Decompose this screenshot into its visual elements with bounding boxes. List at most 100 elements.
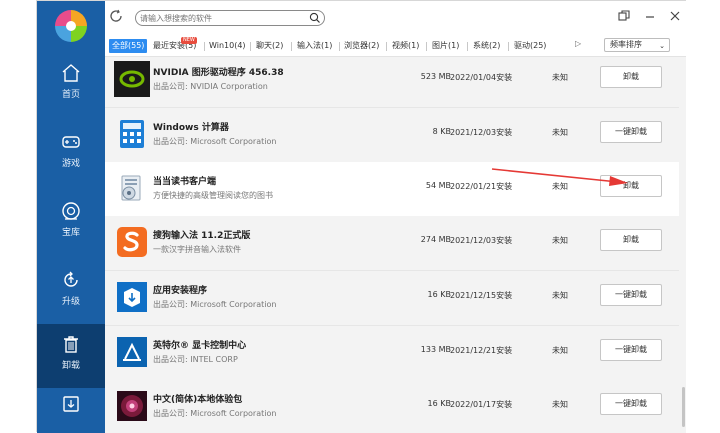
tab-system[interactable]: 系统(2) (473, 39, 500, 53)
app-installer-icon (117, 282, 147, 312)
tab-divider (291, 42, 292, 51)
book-reader-icon (121, 175, 141, 201)
trash-icon (64, 336, 78, 353)
tab-browser[interactable]: 浏览器(2) (344, 39, 379, 53)
tabs-scroll-right-icon[interactable]: ▷ (575, 39, 581, 48)
category-tabs: 全部(55) 最近安装(5) NEW Win10(4) 聊天(2) 输入法(1)… (105, 33, 686, 57)
search-icon[interactable] (309, 12, 321, 24)
app-publisher: 出品公司: Microsoft Corporation (153, 300, 277, 309)
sogou-icon (117, 227, 147, 257)
app-publisher: 出品公司: Microsoft Corporation (153, 409, 277, 418)
app-name: 应用安装程序 (153, 286, 208, 296)
app-publisher: 一款汉字拼音输入法软件 (153, 245, 241, 254)
app-name: Windows 计算器 (153, 123, 229, 133)
restore-window-icon[interactable] (617, 9, 631, 23)
uninstall-button[interactable]: 卸载 (600, 66, 662, 88)
app-name: 搜狗输入法 11.2正式版 (153, 231, 251, 241)
app-size: 16 KB (427, 290, 451, 299)
list-scrollbar[interactable] (680, 57, 686, 433)
tab-chat[interactable]: 聊天(2) (256, 39, 283, 53)
app-size: 8 KB (432, 127, 451, 136)
tab-divider (339, 42, 340, 51)
close-icon[interactable] (668, 9, 682, 23)
sidebar-item-games[interactable]: 游戏 (37, 122, 105, 186)
sidebar-item-label: 宝库 (61, 228, 80, 238)
red-arrow-annotation (491, 168, 628, 186)
app-install-date: 2021/12/03安装 (450, 236, 513, 245)
app-publisher: 方便快捷的高级管理阅读您的图书 (153, 191, 273, 200)
minimize-icon[interactable] (643, 9, 657, 23)
app-size: 16 KB (427, 399, 451, 408)
home-icon (62, 64, 80, 82)
one-click-uninstall-button[interactable]: 一键卸载 (600, 121, 662, 143)
language-pack-icon (117, 391, 147, 421)
tab-divider (426, 42, 427, 51)
tab-input-method[interactable]: 输入法(1) (297, 39, 332, 53)
calculator-icon (120, 120, 144, 148)
list-item: 应用安装程序 出品公司: Microsoft Corporation 16 KB… (105, 271, 679, 326)
download-icon (63, 396, 79, 412)
app-name: 当当读书客户端 (153, 177, 217, 187)
sidebar-item-label: 首页 (61, 90, 80, 100)
sidebar-item-label: 卸载 (61, 361, 80, 371)
tab-image[interactable]: 图片(1) (432, 39, 459, 53)
one-click-uninstall-button[interactable]: 一键卸载 (600, 393, 662, 415)
app-install-date: 2022/01/04安装 (450, 73, 513, 82)
nvidia-icon (114, 61, 150, 97)
tab-divider (204, 42, 205, 51)
app-size: 133 MB (420, 345, 451, 354)
tab-driver[interactable]: 驱动(25) (514, 39, 546, 53)
sidebar-item-uninstall[interactable]: 卸载 (37, 324, 105, 388)
app-size: 523 MB (420, 72, 451, 81)
treasure-icon (62, 202, 80, 220)
new-badge: NEW (181, 37, 197, 44)
sidebar-item-download[interactable] (37, 388, 105, 433)
sidebar-item-treasure[interactable]: 宝库 (37, 191, 105, 255)
search-input[interactable] (140, 12, 300, 24)
scrollbar-thumb[interactable] (682, 387, 685, 427)
app-status: 未知 (552, 400, 568, 409)
app-status: 未知 (552, 291, 568, 300)
sort-label: 频率排序 (610, 40, 642, 49)
one-click-uninstall-button[interactable]: 一键卸载 (600, 284, 662, 306)
sidebar: 首页 游戏 宝库 升级 卸载 (37, 1, 105, 433)
tab-all[interactable]: 全部(55) (109, 39, 148, 53)
sidebar-item-upgrade[interactable]: 升级 (37, 260, 105, 324)
upgrade-icon (64, 271, 78, 287)
app-name: 英特尔® 显卡控制中心 (153, 341, 247, 351)
tab-divider (467, 42, 468, 51)
top-bar (105, 1, 686, 33)
list-item: 搜狗输入法 11.2正式版 一款汉字拼音输入法软件 274 MB 2021/12… (105, 216, 679, 271)
chevron-down-icon: ⌄ (659, 42, 665, 50)
sidebar-item-home[interactable]: 首页 (37, 53, 105, 117)
sidebar-item-label: 游戏 (61, 159, 80, 169)
app-status: 未知 (552, 346, 568, 355)
app-publisher: 出品公司: Microsoft Corporation (153, 137, 277, 146)
main-panel: 全部(55) 最近安装(5) NEW Win10(4) 聊天(2) 输入法(1)… (105, 1, 686, 433)
app-logo-icon (55, 10, 87, 42)
app-window: 首页 游戏 宝库 升级 卸载 请输入想搜索的软件 全部(55) 最近安装(5) … (36, 0, 686, 433)
search-box (135, 10, 325, 26)
gamepad-icon (62, 136, 80, 148)
one-click-uninstall-button[interactable]: 一键卸载 (600, 339, 662, 361)
intel-graphics-icon (117, 337, 147, 367)
tab-video[interactable]: 视频(1) (392, 39, 419, 53)
tab-divider (250, 42, 251, 51)
app-name: 中文(简体)本地体验包 (153, 395, 243, 405)
app-status: 未知 (552, 236, 568, 245)
app-install-date: 2021/12/03安装 (450, 128, 513, 137)
refresh-icon[interactable] (109, 9, 123, 23)
app-size: 274 MB (420, 235, 451, 244)
tab-divider (386, 42, 387, 51)
app-size: 54 MB (425, 181, 451, 190)
list-item: NVIDIA 图形驱动程序 456.38 出品公司: NVIDIA Corpor… (105, 57, 679, 108)
uninstall-button[interactable]: 卸载 (600, 229, 662, 251)
app-list: NVIDIA 图形驱动程序 456.38 出品公司: NVIDIA Corpor… (105, 57, 686, 433)
tab-win10[interactable]: Win10(4) (209, 39, 246, 53)
list-item: 英特尔® 显卡控制中心 出品公司: INTEL CORP 133 MB 2021… (105, 326, 679, 381)
sort-select[interactable]: 频率排序 ⌄ (604, 38, 670, 52)
app-name: NVIDIA 图形驱动程序 456.38 (153, 68, 284, 78)
app-publisher: 出品公司: INTEL CORP (153, 355, 238, 364)
sidebar-item-label: 升级 (61, 297, 80, 307)
tab-recent[interactable]: 最近安装(5) NEW (153, 37, 197, 53)
